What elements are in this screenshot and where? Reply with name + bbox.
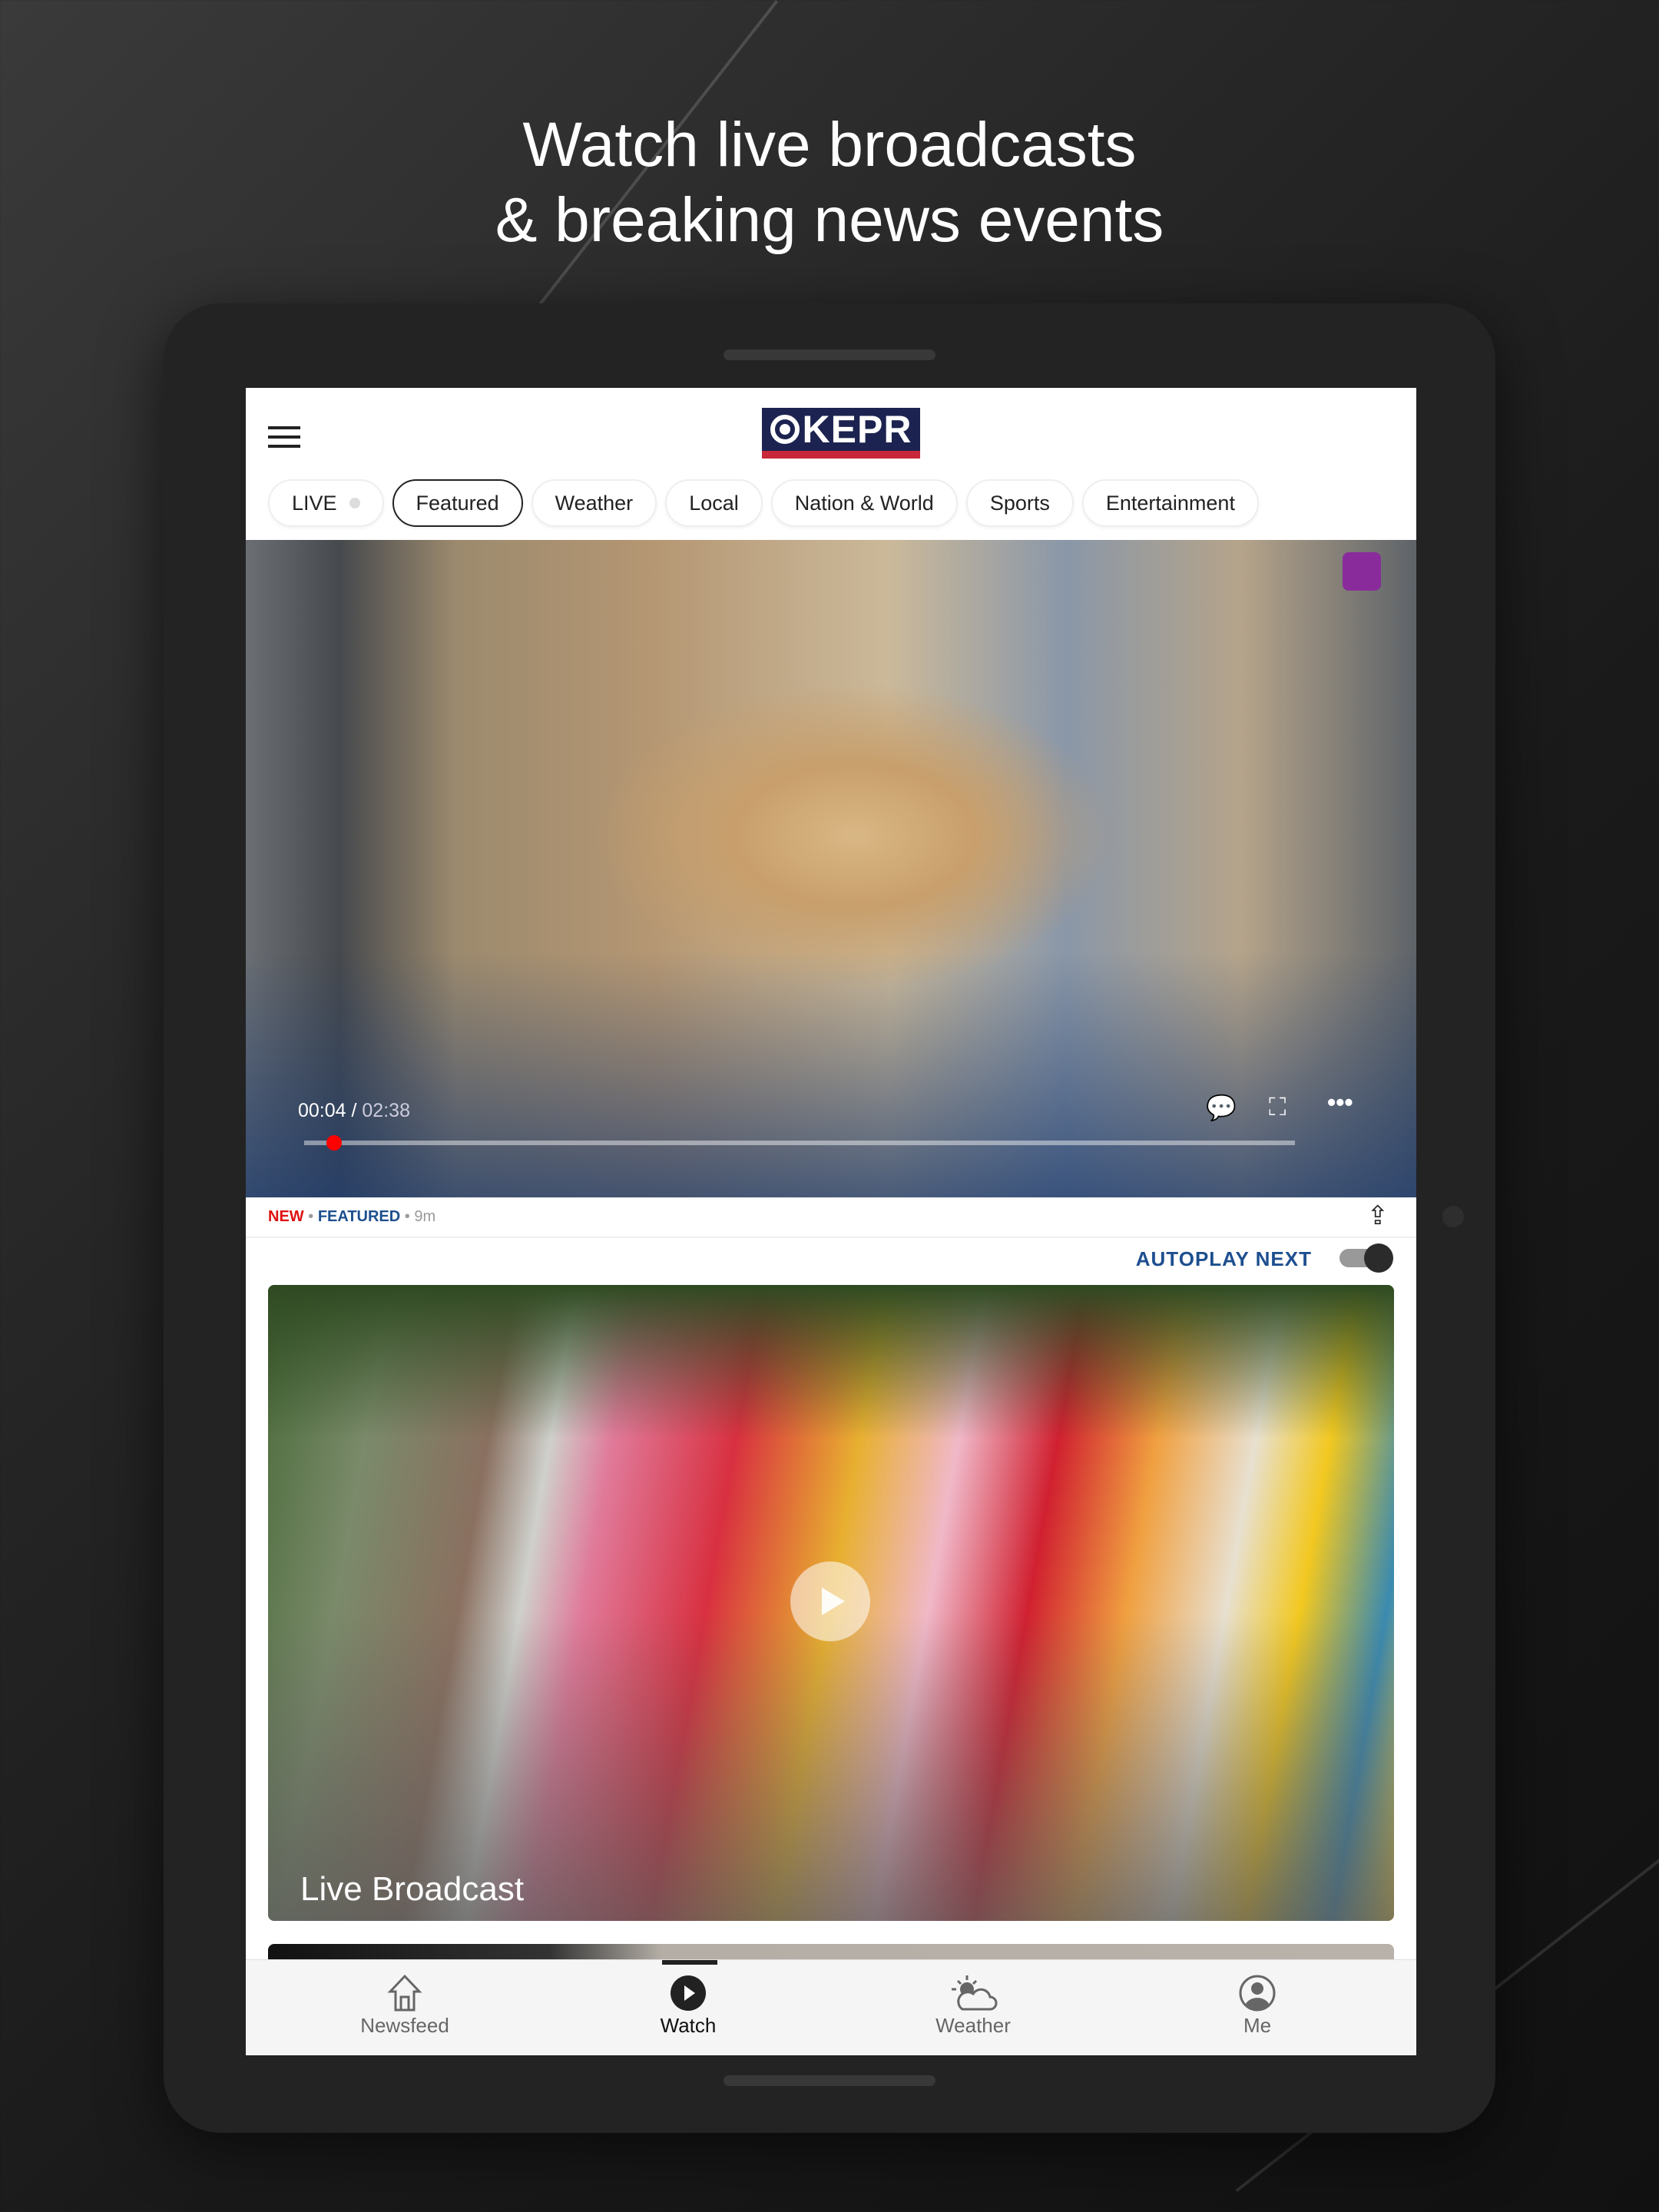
cbs-eye-icon <box>770 415 800 444</box>
nav-weather[interactable]: Weather <box>896 1972 1050 2038</box>
tab-featured[interactable]: Featured <box>392 479 523 527</box>
progress-scrubber[interactable] <box>326 1135 342 1151</box>
promo-headline: Watch live broadcasts & breaking news ev… <box>0 108 1659 258</box>
live-indicator-dot <box>349 498 360 508</box>
tab-label: Local <box>689 491 739 515</box>
new-badge: NEW <box>268 1208 304 1225</box>
tab-nation-world[interactable]: Nation & World <box>770 479 958 527</box>
logo-text: KEPR <box>802 408 912 451</box>
nav-newsfeed[interactable]: Newsfeed <box>328 1972 482 2038</box>
autoplay-toggle[interactable] <box>1339 1243 1393 1273</box>
captions-icon[interactable]: 💬 <box>1206 1093 1237 1122</box>
nav-label: Weather <box>935 2014 1011 2037</box>
separator: • <box>308 1208 314 1225</box>
category-label[interactable]: FEATURED <box>318 1208 400 1225</box>
tab-label: Featured <box>416 491 499 515</box>
timestamp: 9m <box>414 1208 436 1225</box>
station-logo[interactable]: KEPR <box>762 408 920 459</box>
tab-sports[interactable]: Sports <box>965 479 1074 527</box>
tablet-camera <box>1442 1206 1464 1227</box>
partly-cloudy-icon <box>896 1972 1050 2014</box>
tab-label: Nation & World <box>794 491 934 515</box>
home-icon <box>328 1972 482 2014</box>
tab-live[interactable]: LIVE <box>268 479 384 527</box>
separator: • <box>404 1208 410 1225</box>
category-tabs: LIVE Featured Weather Local Nation & Wor… <box>268 479 1259 527</box>
hamburger-icon[interactable] <box>268 426 300 448</box>
autoplay-label: AUTOPLAY NEXT <box>1135 1247 1312 1270</box>
video-player[interactable] <box>246 540 1416 1197</box>
tablet-home-bar <box>724 2075 935 2086</box>
nav-me[interactable]: Me <box>1181 1972 1334 2038</box>
fullscreen-icon[interactable]: ⛶ <box>1269 1093 1286 1122</box>
nav-label: Me <box>1243 2014 1272 2037</box>
playback-time: 00:04 / 02:38 <box>298 1100 410 1121</box>
tab-label: Weather <box>555 491 634 515</box>
tab-label: Entertainment <box>1105 491 1235 515</box>
duration: 02:38 <box>362 1100 410 1121</box>
progress-bar[interactable] <box>304 1141 1295 1145</box>
headline-line-1: Watch live broadcasts <box>522 110 1137 180</box>
tab-weather[interactable]: Weather <box>531 479 657 527</box>
tablet-speaker <box>724 349 935 360</box>
tab-label: LIVE <box>292 491 337 515</box>
bottom-nav: Newsfeed Watch Weather Me <box>246 1959 1416 2055</box>
active-tab-indicator <box>662 1960 717 1965</box>
tab-label: Sports <box>989 491 1050 515</box>
article-meta: NEW • FEATURED • 9m <box>268 1208 435 1226</box>
card-caption: Live Broadcast <box>300 1870 525 1908</box>
cast-icon[interactable] <box>1343 552 1381 591</box>
video-card[interactable]: Live Broadcast <box>268 1285 1394 1921</box>
nav-watch[interactable]: Watch <box>611 1972 765 2038</box>
headline-line-2: & breaking news events <box>495 185 1164 255</box>
play-circle-icon <box>611 1972 765 2014</box>
tab-entertainment[interactable]: Entertainment <box>1081 479 1259 527</box>
divider <box>246 1237 1416 1238</box>
nav-label: Watch <box>660 2014 717 2037</box>
current-time: 00:04 <box>298 1100 346 1121</box>
play-icon[interactable] <box>790 1561 870 1641</box>
app-screen: KEPR LIVE Featured Weather Local Nation … <box>246 388 1416 2055</box>
tab-local[interactable]: Local <box>665 479 763 527</box>
more-options-icon[interactable]: ••• <box>1327 1088 1353 1117</box>
nav-label: Newsfeed <box>360 2014 449 2037</box>
share-icon[interactable]: ⇪ <box>1367 1200 1389 1231</box>
user-icon <box>1181 1972 1334 2014</box>
